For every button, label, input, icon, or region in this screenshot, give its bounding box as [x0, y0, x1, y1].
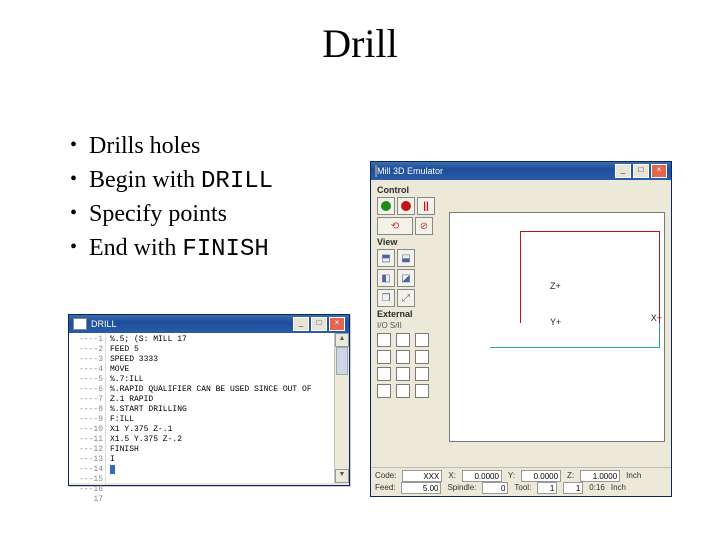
y-field[interactable] [521, 470, 561, 482]
editor-titlebar[interactable]: DRILL _ □ × [69, 315, 349, 333]
section-view: View [377, 237, 445, 247]
axis-x-label: X+ [651, 313, 662, 323]
emulator-titlebar[interactable]: Mill 3D Emulator _ □ × [371, 162, 671, 180]
scroll-down-arrow[interactable]: ▼ [335, 469, 349, 483]
emulator-title: Mill 3D Emulator [377, 166, 443, 176]
bullet-3: Specify points [89, 198, 227, 232]
external-header: I/O S/II [377, 321, 445, 330]
view-front-button[interactable]: ⬓ [397, 249, 415, 267]
maximize-button[interactable]: □ [633, 164, 649, 178]
app-icon [73, 318, 87, 330]
unit-label: Inch [626, 470, 641, 482]
view-fit-button[interactable]: ⤢ [397, 289, 415, 307]
bullet-1: Drills holes [89, 130, 200, 164]
ext-check[interactable] [415, 384, 429, 398]
control-pause-button[interactable]: || [417, 197, 435, 215]
maximize-button[interactable]: □ [311, 317, 327, 331]
spindle-field[interactable] [482, 482, 508, 494]
tool-field-1[interactable] [537, 482, 557, 494]
ext-check[interactable] [415, 333, 429, 347]
ext-check[interactable] [396, 367, 410, 381]
ext-check[interactable] [377, 350, 391, 364]
view-side-button[interactable]: ◧ [377, 269, 395, 287]
unit-label-2: Inch [611, 482, 626, 494]
bullet-4b: FINISH [182, 236, 268, 263]
bullet-list: •Drills holes •Begin with DRILL •Specify… [70, 130, 273, 266]
ext-check[interactable] [415, 367, 429, 381]
ext-check[interactable] [377, 333, 391, 347]
control-extra-button[interactable]: ⊘ [415, 217, 433, 235]
tool-label: Tool: [514, 482, 531, 494]
axis-y-label: Y+ [550, 317, 561, 327]
bullet-4a: End with [89, 235, 182, 261]
ext-check[interactable] [396, 350, 410, 364]
status-bar: Code: X: Y: Z: Inch Feed: Spindle: Tool:… [371, 467, 671, 496]
slide-title: Drill [0, 20, 720, 67]
section-external: External [377, 309, 445, 319]
bullet-2b: DRILL [201, 168, 273, 195]
axis-z-label: Z+ [550, 281, 561, 291]
ext-check[interactable] [377, 367, 391, 381]
tool-field-2[interactable] [563, 482, 583, 494]
ext-check[interactable] [415, 350, 429, 364]
view-3d-button[interactable]: ❒ [377, 289, 395, 307]
control-stop-button[interactable] [397, 197, 415, 215]
control-reset-button[interactable]: ⟲ [377, 217, 413, 235]
control-play-button[interactable] [377, 197, 395, 215]
ext-check[interactable] [377, 384, 391, 398]
editor-title: DRILL [91, 319, 117, 329]
play-icon [381, 201, 391, 211]
feed-label: Feed: [375, 482, 395, 494]
feed-field[interactable] [401, 482, 441, 494]
vertical-scrollbar[interactable]: ▲ ▼ [334, 333, 349, 483]
bullet-2a: Begin with [89, 167, 201, 193]
view-top-button[interactable]: ⬒ [377, 249, 395, 267]
external-grid [377, 333, 445, 398]
scroll-up-arrow[interactable]: ▲ [335, 333, 349, 347]
z-field[interactable] [580, 470, 620, 482]
time-label: 0:16 [589, 482, 605, 494]
editor-window: DRILL _ □ × ----1----2----3----4----5---… [68, 314, 350, 486]
viewport-canvas[interactable]: Z+ Y+ X+ [449, 212, 665, 442]
x-label: X: [448, 470, 456, 482]
ext-check[interactable] [396, 384, 410, 398]
scroll-thumb[interactable] [336, 347, 348, 375]
code-field[interactable] [402, 470, 442, 482]
x-field[interactable] [462, 470, 502, 482]
minimize-button[interactable]: _ [293, 317, 309, 331]
line-gutter: ----1----2----3----4----5----6----7----8… [69, 333, 106, 483]
view-iso-button[interactable]: ◪ [397, 269, 415, 287]
close-button[interactable]: × [651, 164, 667, 178]
code-area[interactable]: %.5; (S: MILL 17FEED 5SPEED 3333MOVE%.7:… [106, 333, 334, 483]
section-control: Control [377, 185, 445, 195]
code-label: Code: [375, 470, 396, 482]
z-label: Z: [567, 470, 574, 482]
ext-check[interactable] [396, 333, 410, 347]
emulator-window: Mill 3D Emulator _ □ × Control || ⟲ ⊘ Vi… [370, 161, 672, 497]
spindle-label: Spindle: [447, 482, 476, 494]
minimize-button[interactable]: _ [615, 164, 631, 178]
close-button[interactable]: × [329, 317, 345, 331]
stop-icon [401, 201, 411, 211]
y-label: Y: [508, 470, 515, 482]
